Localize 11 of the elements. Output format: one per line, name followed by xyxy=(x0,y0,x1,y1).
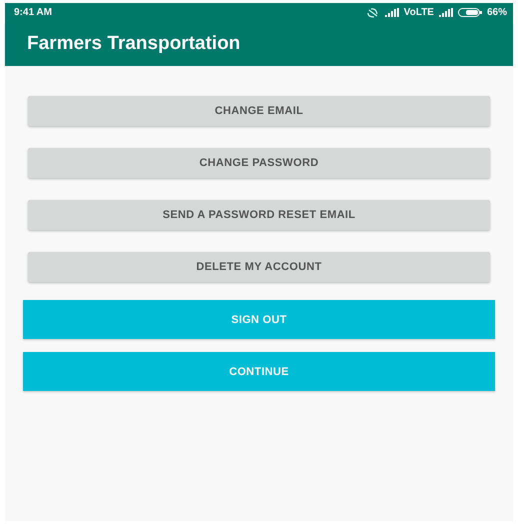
network-type: VoLTE xyxy=(404,7,434,18)
action-button[interactable]: DELETE MY ACCOUNT xyxy=(28,252,490,282)
status-time: 9:41 AM xyxy=(14,7,52,18)
app-title: Farmers Transportation xyxy=(27,33,240,55)
battery-percent: 66% xyxy=(486,7,507,18)
battery-icon xyxy=(458,8,482,17)
signal-icon xyxy=(438,8,453,17)
signal-icon xyxy=(384,8,399,17)
action-button[interactable]: SEND A PASSWORD RESET EMAIL xyxy=(28,200,490,230)
action-button[interactable]: CHANGE EMAIL xyxy=(28,96,490,126)
action-button[interactable]: CHANGE PASSWORD xyxy=(28,148,490,178)
